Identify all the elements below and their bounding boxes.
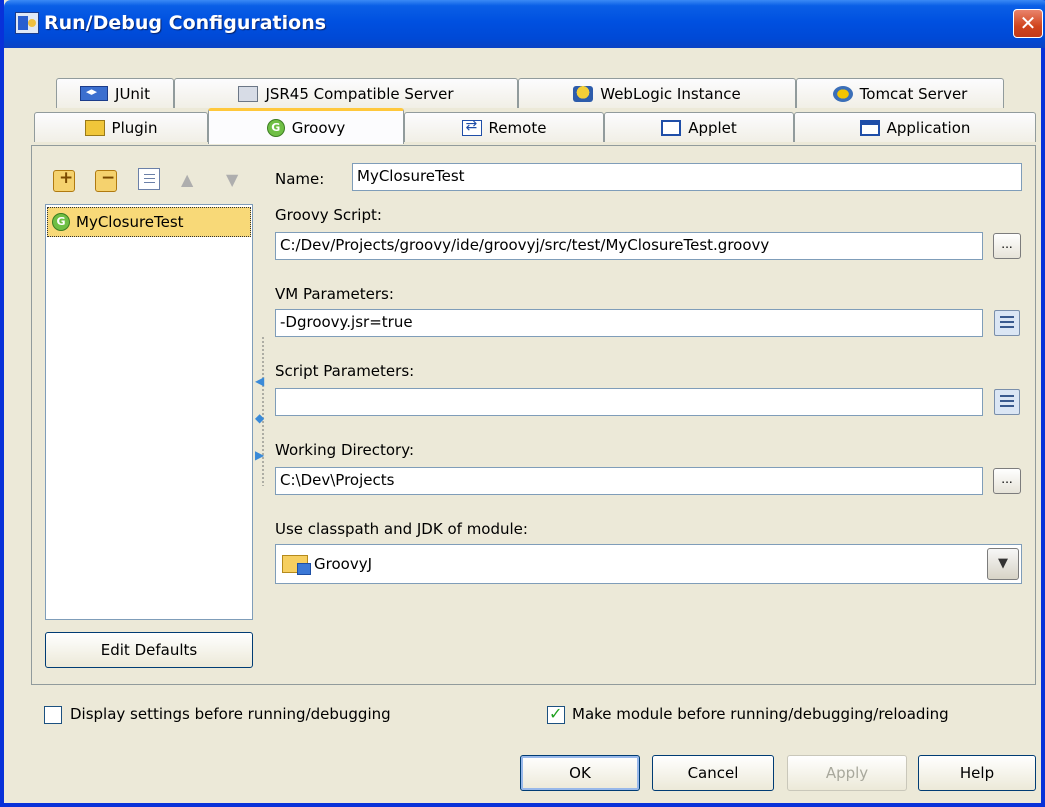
tab-junit[interactable]: JUnit — [56, 78, 174, 108]
app-icon — [15, 12, 39, 34]
tab-tomcat[interactable]: Tomcat Server — [796, 78, 1004, 108]
junit-icon — [80, 85, 109, 101]
configuration-list[interactable]: G MyClosureTest — [45, 204, 253, 620]
groovy-icon: G — [266, 118, 285, 137]
groovy-script-field[interactable]: C:/Dev/Projects/groovy/ide/groovyj/src/t… — [275, 232, 983, 260]
script-params-label: Script Parameters: — [275, 362, 415, 380]
application-icon — [859, 119, 880, 136]
tab-application[interactable]: Application — [794, 112, 1036, 142]
cancel-button[interactable]: Cancel — [652, 755, 774, 791]
collapse-left-icon[interactable]: ◀ — [255, 374, 264, 388]
weblogic-icon — [573, 85, 594, 102]
jsr45-icon — [238, 85, 259, 102]
chevron-down-icon[interactable]: ▼ — [987, 548, 1019, 580]
display-settings-checkbox[interactable] — [44, 706, 62, 724]
groovy-script-label: Groovy Script: — [275, 206, 382, 224]
browse-script-button[interactable]: ... — [993, 233, 1021, 259]
applet-icon — [661, 119, 682, 136]
script-params-field[interactable] — [275, 388, 983, 416]
window-title: Run/Debug Configurations — [44, 12, 327, 34]
browse-working-dir-button[interactable]: ... — [993, 468, 1021, 494]
working-dir-label: Working Directory: — [275, 441, 415, 459]
expand-vm-params-icon[interactable] — [994, 310, 1020, 336]
groovy-icon: G — [52, 213, 70, 231]
module-label: Use classpath and JDK of module: — [275, 520, 528, 538]
module-folder-icon — [282, 555, 311, 575]
tab-jsr45[interactable]: JSR45 Compatible Server — [174, 78, 518, 108]
display-settings-label: Display settings before running/debuggin… — [70, 705, 391, 723]
tab-weblogic[interactable]: WebLogic Instance — [518, 78, 796, 108]
expand-script-params-icon[interactable] — [994, 389, 1020, 415]
tab-applet[interactable]: Applet — [604, 112, 794, 142]
copy-config-icon[interactable] — [138, 168, 160, 190]
tab-groovy[interactable]: G Groovy — [208, 108, 404, 144]
remove-config-icon[interactable] — [95, 168, 117, 192]
list-item[interactable]: G MyClosureTest — [47, 207, 251, 237]
add-config-icon[interactable] — [53, 168, 75, 192]
title-bar[interactable]: Run/Debug Configurations ✕ — [4, 0, 1045, 48]
plugin-icon — [84, 119, 105, 136]
close-icon: ✕ — [1019, 11, 1037, 35]
splitter-center-icon[interactable]: ◆ — [255, 411, 264, 425]
tab-remote[interactable]: Remote — [404, 112, 604, 142]
remote-icon — [461, 118, 482, 136]
vm-params-field[interactable]: -Dgroovy.jsr=true — [275, 309, 983, 337]
panel-splitter[interactable]: ◀ ◆ ▶ — [255, 336, 268, 486]
module-select[interactable]: GroovyJ ▼ — [275, 544, 1022, 584]
make-module-label: Make module before running/debugging/rel… — [572, 705, 949, 723]
expand-right-icon[interactable]: ▶ — [255, 448, 264, 462]
close-button[interactable]: ✕ — [1013, 9, 1043, 38]
run-debug-dialog: Run/Debug Configurations ✕ JUnit JSR45 C… — [0, 0, 1045, 807]
tab-plugin[interactable]: Plugin — [34, 112, 208, 142]
help-button[interactable]: Help — [918, 755, 1036, 791]
make-module-checkbox[interactable] — [547, 704, 565, 724]
edit-defaults-button[interactable]: Edit Defaults — [45, 632, 253, 668]
working-dir-field[interactable]: C:\Dev\Projects — [275, 467, 983, 495]
move-down-icon[interactable] — [222, 170, 244, 192]
ok-button[interactable]: OK — [520, 755, 640, 791]
name-field[interactable]: MyClosureTest — [352, 163, 1022, 191]
vm-params-label: VM Parameters: — [275, 285, 394, 303]
tomcat-icon — [832, 85, 853, 102]
apply-button[interactable]: Apply — [787, 755, 907, 791]
groovy-config-panel: G MyClosureTest Edit Defaults ◀ ◆ ▶ Name… — [31, 145, 1036, 685]
name-label: Name: — [275, 170, 325, 188]
move-up-icon[interactable] — [177, 170, 199, 192]
